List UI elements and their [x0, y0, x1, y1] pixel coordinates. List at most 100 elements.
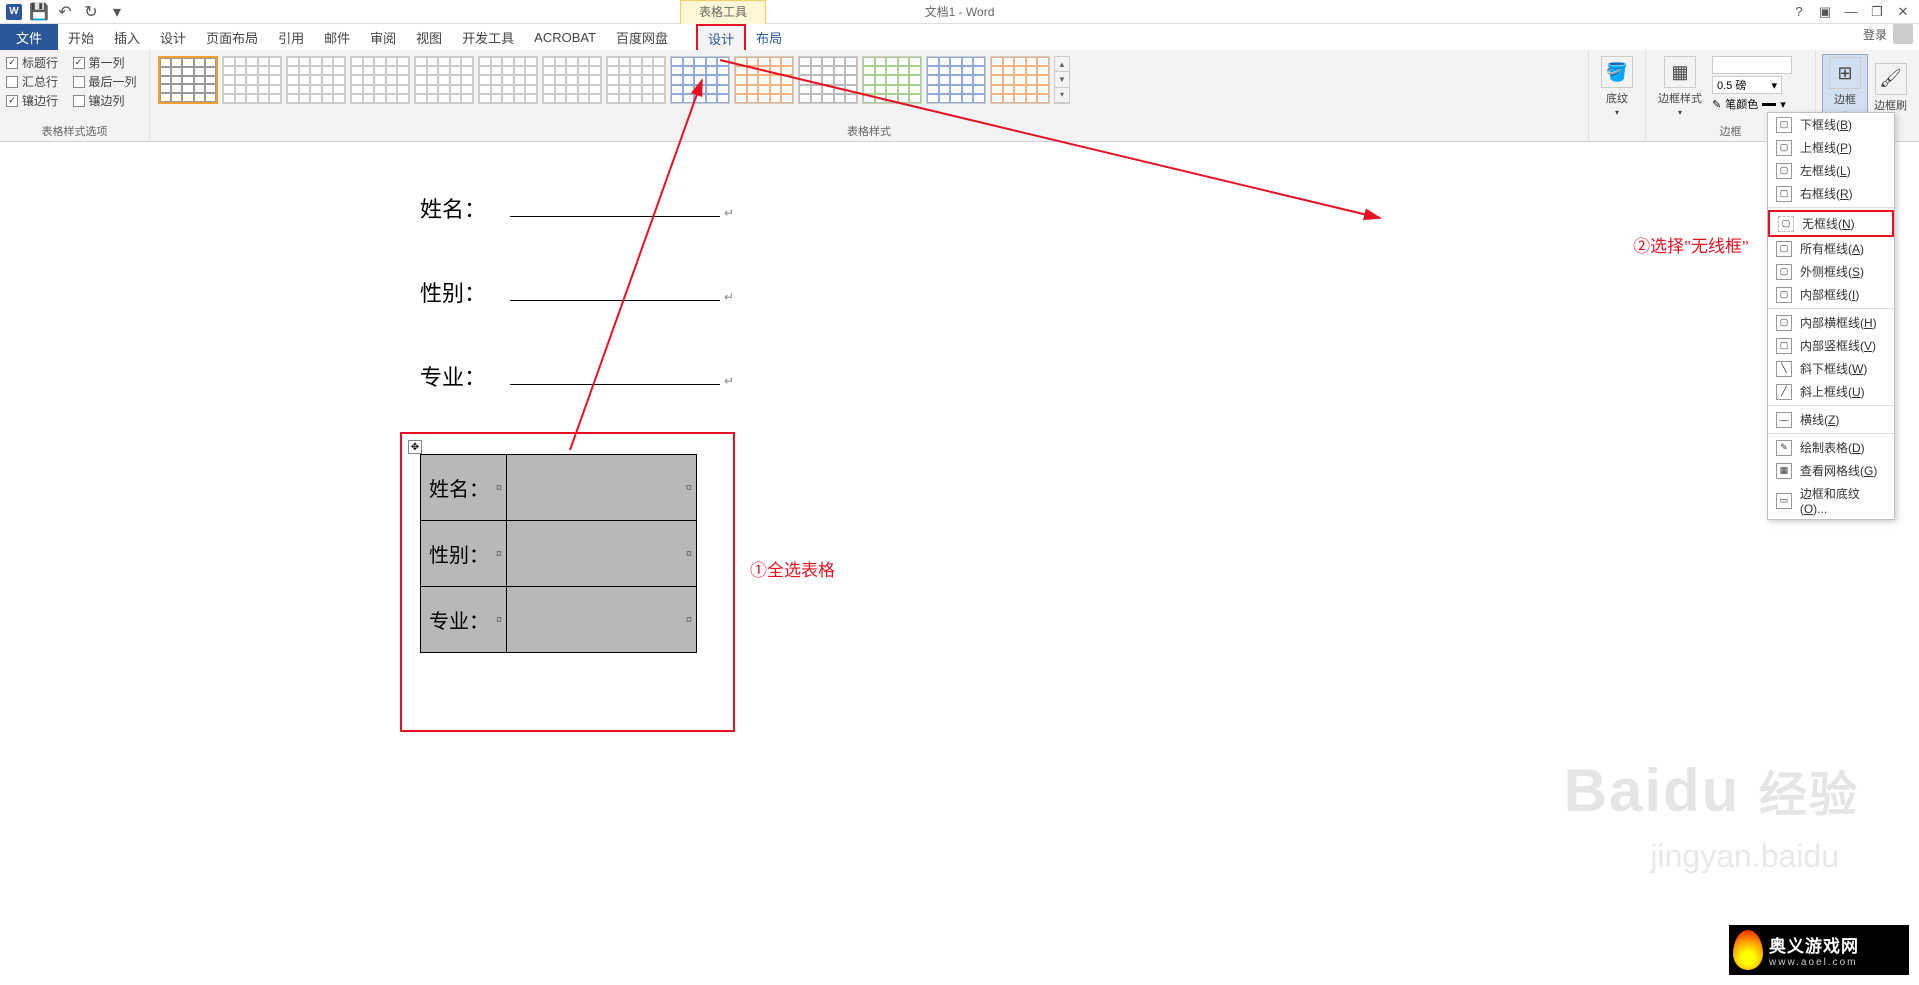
window-title: 文档1 - Word	[0, 3, 1919, 20]
opt-first-col[interactable]: ✓第一列	[73, 54, 144, 71]
border-dialog-icon: ▭	[1776, 493, 1792, 509]
restore-button[interactable]: ❐	[1865, 2, 1889, 22]
table-style-thumb[interactable]	[798, 56, 858, 104]
border-painter-button[interactable]: 🖌 边框刷	[1868, 54, 1913, 121]
tab-review[interactable]: 审阅	[360, 24, 406, 50]
table-cell: 专业：¤	[421, 587, 507, 653]
border-menu-outside[interactable]: ▢外侧框线(S)	[1768, 260, 1894, 283]
group-shading: 🪣 底纹 ▾	[1589, 50, 1646, 141]
table-style-thumb[interactable]	[222, 56, 282, 104]
border-top-icon: ▢	[1776, 140, 1792, 156]
login-link[interactable]: 登录	[1863, 26, 1887, 43]
border-menu-inside_v[interactable]: ▢内部竖框线(V)	[1768, 334, 1894, 357]
ribbon-display-options[interactable]: ▣	[1813, 2, 1837, 22]
site-name: 奥义游戏网	[1769, 932, 1859, 957]
tab-table-design[interactable]: 设计	[696, 24, 746, 50]
qat-undo[interactable]: ↶	[56, 3, 74, 21]
selected-table[interactable]: 姓名：¤¤ 性别：¤¤ 专业：¤¤	[420, 454, 697, 653]
watermark-sub: jingyan.baidu	[1650, 838, 1839, 875]
border-all-icon: ▢	[1776, 241, 1792, 257]
table-style-thumb[interactable]	[606, 56, 666, 104]
form-lines-block: 姓名：↵ 性别：↵ 专业：↵	[420, 192, 734, 444]
border-menu-diag_down[interactable]: ╲斜下框线(W)	[1768, 357, 1894, 380]
close-button[interactable]: ✕	[1891, 2, 1915, 22]
border-menu-right[interactable]: ▢右框线(R)	[1768, 182, 1894, 205]
table-style-thumb[interactable]	[542, 56, 602, 104]
opt-banded-col[interactable]: 镶边列	[73, 92, 144, 109]
opt-header-row[interactable]: ✓标题行	[6, 54, 65, 71]
table-style-thumb[interactable]	[414, 56, 474, 104]
border-menu-inside_h[interactable]: ▢内部横框线(H)	[1768, 311, 1894, 334]
tab-acrobat[interactable]: ACROBAT	[524, 24, 606, 50]
ribbon-tabs: 文件 开始 插入 设计 页面布局 引用 邮件 审阅 视图 开发工具 ACROBA…	[0, 24, 1919, 50]
gallery-scroll[interactable]: ▲▼▾	[1054, 56, 1070, 104]
opt-last-col[interactable]: 最后一列	[73, 73, 144, 90]
field-underline	[510, 361, 720, 385]
tab-design[interactable]: 设计	[150, 24, 196, 50]
border-inside_h-icon: ▢	[1776, 315, 1792, 331]
group-table-styles: ▲▼▾ 表格样式	[150, 50, 1589, 141]
group-label-table-styles: 表格样式	[156, 123, 1582, 141]
border-styles-button[interactable]: ▦ 边框样式 ▾	[1652, 54, 1708, 119]
tab-mailings[interactable]: 邮件	[314, 24, 360, 50]
border-style-preview[interactable]	[1712, 56, 1792, 74]
tab-developer[interactable]: 开发工具	[452, 24, 524, 50]
tab-file[interactable]: 文件	[0, 24, 58, 50]
tab-references[interactable]: 引用	[268, 24, 314, 50]
field-label: 姓名：	[420, 192, 510, 224]
field-label: 性别：	[420, 276, 510, 308]
qat-customize[interactable]: ▾	[108, 3, 126, 21]
border-none-icon: ▢	[1778, 216, 1794, 232]
borders-split-button[interactable]: ⊞ 边框 ▾	[1822, 54, 1868, 121]
table-style-thumb[interactable]	[926, 56, 986, 104]
paragraph-mark-icon: ↵	[724, 290, 734, 304]
border-menu-top[interactable]: ▢上框线(P)	[1768, 136, 1894, 159]
site-url: www.aoel.com	[1769, 957, 1859, 968]
tab-page-layout[interactable]: 页面布局	[196, 24, 268, 50]
border-menu-left[interactable]: ▢左框线(L)	[1768, 159, 1894, 182]
user-avatar-icon[interactable]	[1893, 24, 1913, 44]
table-cell: 性别：¤	[421, 521, 507, 587]
opt-total-row[interactable]: 汇总行	[6, 73, 65, 90]
table-style-thumb[interactable]	[350, 56, 410, 104]
pen-weight-select[interactable]: 0.5 磅▾	[1712, 76, 1782, 94]
table-style-thumb[interactable]	[286, 56, 346, 104]
border-menu-dialog[interactable]: ▭边框和底纹(O)...	[1768, 482, 1894, 519]
qat-save[interactable]: 💾	[30, 3, 48, 21]
flame-icon	[1733, 930, 1763, 970]
help-button[interactable]: ?	[1787, 2, 1811, 22]
border-menu-bottom[interactable]: ▢下框线(B)	[1768, 113, 1894, 136]
border-menu-none[interactable]: ▢无框线(N)	[1768, 210, 1894, 237]
border-left-icon: ▢	[1776, 163, 1792, 179]
border-hline-icon: —	[1776, 412, 1792, 428]
tab-baidu-netdisk[interactable]: 百度网盘	[606, 24, 678, 50]
tab-table-layout[interactable]: 布局	[746, 24, 792, 50]
annotation-box-step1: ✥ 姓名：¤¤ 性别：¤¤ 专业：¤¤	[400, 432, 735, 732]
opt-banded-row[interactable]: ✓镶边行	[6, 92, 65, 109]
qat-redo[interactable]: ↻	[82, 3, 100, 21]
border-menu-hline[interactable]: —横线(Z)	[1768, 408, 1894, 431]
annotation-step2: ②选择"无线框"	[1633, 232, 1749, 257]
table-move-handle-icon[interactable]: ✥	[408, 440, 422, 454]
border-menu-draw[interactable]: ✎绘制表格(D)	[1768, 436, 1894, 459]
table-style-thumb[interactable]	[670, 56, 730, 104]
document-area[interactable]: 姓名：↵ 性别：↵ 专业：↵ ✥ 姓名：¤¤ 性别：¤¤ 专业：¤¤ ①全选表格…	[0, 142, 1919, 985]
table-row: 姓名：¤¤	[421, 455, 697, 521]
pen-color-button[interactable]: ✎ 笔颜色 ▾	[1712, 96, 1792, 112]
border-menu-gridlines[interactable]: ▦查看网格线(G)	[1768, 459, 1894, 482]
minimize-button[interactable]: —	[1839, 2, 1863, 22]
table-style-thumb[interactable]	[478, 56, 538, 104]
table-style-thumb[interactable]	[862, 56, 922, 104]
table-style-thumb[interactable]	[734, 56, 794, 104]
field-underline	[510, 277, 720, 301]
tab-view[interactable]: 视图	[406, 24, 452, 50]
shading-button[interactable]: 🪣 底纹 ▾	[1595, 54, 1639, 119]
tab-home[interactable]: 开始	[58, 24, 104, 50]
table-style-thumb[interactable]	[158, 56, 218, 104]
border-menu-diag_up[interactable]: ╱斜上框线(U)	[1768, 380, 1894, 403]
border-menu-inside[interactable]: ▢内部框线(I)	[1768, 283, 1894, 306]
border-diag_down-icon: ╲	[1776, 361, 1792, 377]
tab-insert[interactable]: 插入	[104, 24, 150, 50]
border-menu-all[interactable]: ▢所有框线(A)	[1768, 237, 1894, 260]
table-style-thumb[interactable]	[990, 56, 1050, 104]
